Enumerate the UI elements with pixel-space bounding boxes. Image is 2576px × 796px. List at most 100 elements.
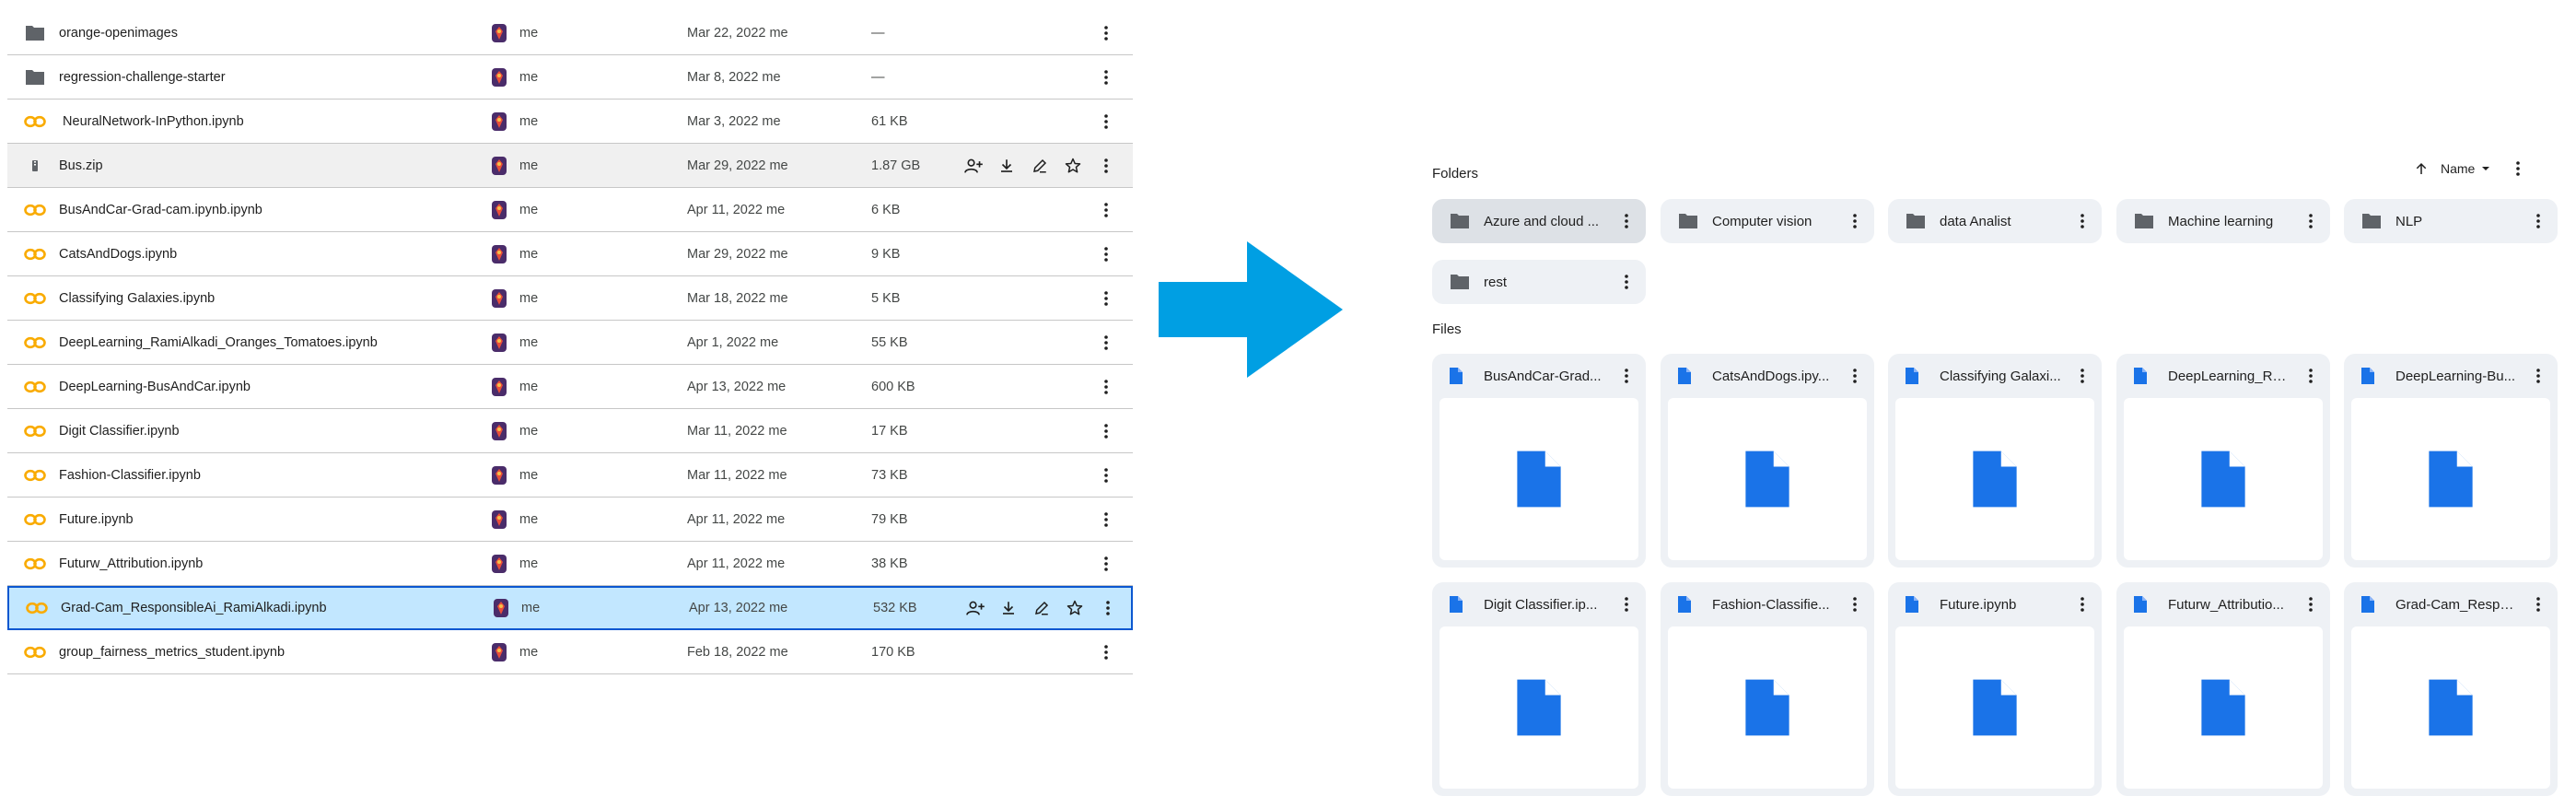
more-vertical-icon[interactable]: [1098, 509, 1114, 530]
file-card[interactable]: DeepLearning_Ra...: [2116, 354, 2330, 568]
file-row[interactable]: BusAndCar-Grad-cam.ipynb.ipynb me Apr 11, …: [7, 188, 1133, 232]
colab-notebook-icon: [24, 643, 46, 661]
more-vertical-icon[interactable]: [1098, 554, 1114, 574]
more-vertical-icon[interactable]: [2306, 366, 2315, 386]
folder-chip[interactable]: Azure and cloud ...: [1432, 199, 1646, 243]
more-vertical-icon[interactable]: [1098, 111, 1114, 132]
file-card[interactable]: Digit Classifier.ip...: [1432, 582, 1646, 796]
more-vertical-icon[interactable]: [1850, 211, 1859, 231]
folder-chip[interactable]: data Analist: [1888, 199, 2102, 243]
doc-thumbnail-icon: [2198, 676, 2248, 739]
folder-icon: [2133, 212, 2155, 230]
more-vertical-icon[interactable]: [2306, 594, 2315, 615]
file-card[interactable]: DeepLearning-Bu...: [2344, 354, 2558, 568]
file-size: 79 KB: [871, 511, 908, 527]
more-vertical-icon[interactable]: [2306, 211, 2315, 231]
colab-notebook-icon: [24, 201, 46, 219]
more-vertical-icon[interactable]: [1098, 288, 1114, 309]
owner-label: me: [519, 113, 539, 129]
sort-name-button[interactable]: Name: [2441, 161, 2491, 176]
file-row[interactable]: group_fairness_metrics_student.ipynb me Fe…: [7, 630, 1133, 674]
more-vertical-icon[interactable]: [1850, 366, 1859, 386]
file-card[interactable]: Classifying Galaxi...: [1888, 354, 2102, 568]
arrow-up-icon[interactable]: [2413, 160, 2430, 177]
file-name: DeepLearning_RamiAlkadi_Oranges_Tomatoes…: [59, 334, 378, 350]
more-vertical-icon[interactable]: [1100, 598, 1116, 618]
more-vertical-icon[interactable]: [2078, 594, 2087, 615]
last-modified: Apr 13, 2022 me: [689, 601, 788, 615]
folder-chip[interactable]: rest: [1432, 260, 1646, 304]
more-vertical-icon[interactable]: [1098, 23, 1114, 43]
more-vertical-icon[interactable]: [1098, 67, 1114, 88]
file-row[interactable]: Futurw_Attribution.ipynb me Apr 11, 2022 m…: [7, 542, 1133, 586]
file-thumbnail: [2124, 398, 2323, 560]
file-row[interactable]: DeepLearning_RamiAlkadi_Oranges_Tomatoes…: [7, 321, 1133, 365]
colab-notebook-icon: [24, 510, 46, 529]
more-vertical-icon[interactable]: [1622, 211, 1631, 231]
file-name: Bus.zip: [59, 158, 103, 173]
file-row[interactable]: Classifying Galaxies.ipynb me Mar 18, 2022…: [7, 276, 1133, 321]
download-icon[interactable]: [998, 598, 1019, 618]
file-name: BusAndCar-Grad-cam.ipynb.ipynb: [59, 202, 262, 217]
file-row[interactable]: CatsAndDogs.ipynb me Mar 29, 2022 me 9 KB: [7, 232, 1133, 276]
more-vertical-icon[interactable]: [1098, 642, 1114, 662]
more-vertical-icon[interactable]: [1622, 594, 1631, 615]
file-card[interactable]: BusAndCar-Grad...: [1432, 354, 1646, 568]
file-card[interactable]: Fashion-Classifie...: [1661, 582, 1874, 796]
file-row[interactable]: Grad-Cam_ResponsibleAi_RamiAlkadi.ipynb m…: [7, 586, 1133, 630]
rename-pencil-icon[interactable]: [1030, 156, 1050, 176]
file-card-header: Future.ipynb: [1888, 582, 2102, 626]
file-size: 9 KB: [871, 246, 901, 262]
doc-icon: [1677, 367, 1692, 385]
more-vertical-icon[interactable]: [1622, 272, 1631, 292]
file-row[interactable]: DeepLearning-BusAndCar.ipynb me Apr 13, 20…: [7, 365, 1133, 409]
folder-chip[interactable]: NLP: [2344, 199, 2558, 243]
more-vertical-icon[interactable]: [1098, 377, 1114, 397]
owner-label: me: [519, 202, 539, 217]
more-vertical-icon[interactable]: [1098, 156, 1114, 176]
more-vertical-icon[interactable]: [1850, 594, 1859, 615]
more-vertical-icon[interactable]: [2534, 211, 2543, 231]
more-vertical-icon[interactable]: [1098, 200, 1114, 220]
file-card[interactable]: Future.ipynb: [1888, 582, 2102, 796]
doc-thumbnail-icon: [1514, 448, 1564, 510]
file-row[interactable]: NeuralNetwork-InPython.ipynb me Mar 3, 202…: [7, 100, 1133, 144]
file-row[interactable]: regression-challenge-starter me Mar 8, 202…: [7, 55, 1133, 100]
more-vertical-icon[interactable]: [1098, 333, 1114, 353]
more-vertical-icon[interactable]: [2534, 594, 2543, 615]
file-card[interactable]: CatsAndDogs.ipy...: [1661, 354, 1874, 568]
more-vertical-icon[interactable]: [1098, 465, 1114, 486]
more-vertical-icon[interactable]: [2078, 211, 2087, 231]
file-name: DeepLearning_Ra...: [2168, 368, 2291, 384]
more-vertical-icon[interactable]: [2078, 366, 2087, 386]
star-icon[interactable]: [1063, 156, 1083, 176]
file-name: CatsAndDogs.ipynb: [59, 246, 178, 262]
file-name: Futurw_Attribution.ipynb: [59, 556, 204, 571]
file-row[interactable]: Fashion-Classifier.ipynb me Mar 11, 2022 m…: [7, 453, 1133, 498]
file-card[interactable]: Futurw_Attributio...: [2116, 582, 2330, 796]
file-row[interactable]: orange-openimages me Mar 22, 2022 me —: [7, 11, 1133, 55]
share-person-icon[interactable]: [965, 598, 985, 618]
share-person-icon[interactable]: [963, 156, 984, 176]
more-vertical-icon[interactable]: [2534, 366, 2543, 386]
rename-pencil-icon[interactable]: [1032, 598, 1052, 618]
more-vertical-icon[interactable]: [1098, 421, 1114, 441]
folder-chip[interactable]: Computer vision: [1661, 199, 1874, 243]
download-icon[interactable]: [997, 156, 1017, 176]
row-quick-actions: [965, 598, 1085, 618]
file-row[interactable]: Digit Classifier.ipynb me Mar 11, 2022 me 1…: [7, 409, 1133, 453]
file-name: Classifying Galaxies.ipynb: [59, 290, 216, 306]
file-row[interactable]: Bus.zip me Mar 29, 2022 me 1.87 GB: [7, 144, 1133, 188]
more-vertical-icon[interactable]: [1098, 244, 1114, 264]
file-name: Future.ipynb: [59, 511, 134, 527]
doc-icon: [1449, 595, 1463, 614]
last-modified: Mar 3, 2022 me: [687, 113, 781, 129]
file-row[interactable]: Future.ipynb me Apr 11, 2022 me 79 KB: [7, 498, 1133, 542]
more-vertical-icon[interactable]: [1622, 366, 1631, 386]
star-icon[interactable]: [1065, 598, 1085, 618]
file-card-header: DeepLearning_Ra...: [2116, 354, 2330, 398]
owner-label: me: [519, 556, 539, 571]
file-card[interactable]: Grad-Cam_Respo...: [2344, 582, 2558, 796]
more-vertical-icon[interactable]: [2515, 160, 2521, 177]
folder-chip[interactable]: Machine learning: [2116, 199, 2330, 243]
